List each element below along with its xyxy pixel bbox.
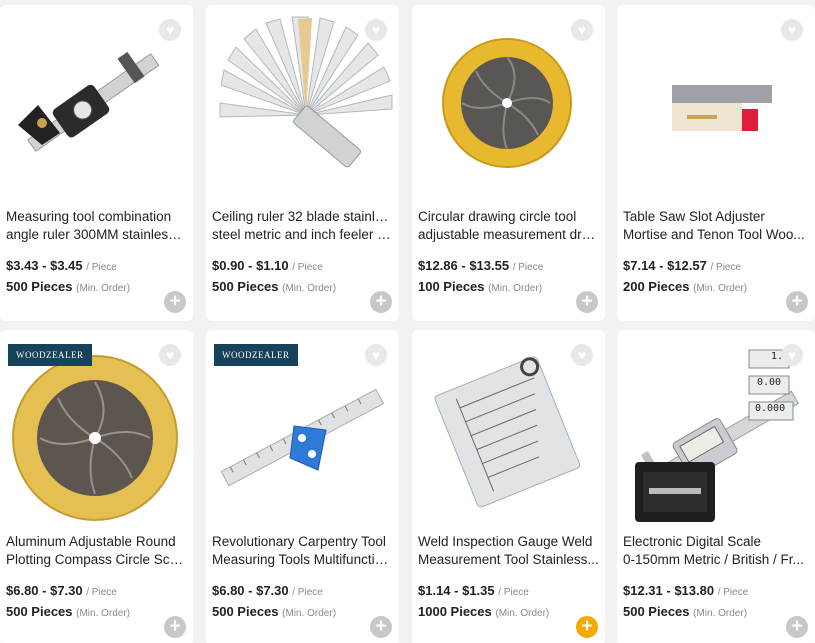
reading-2: 0.00 [757,377,782,388]
plus-icon: + [791,291,803,312]
product-title[interactable]: Revolutionary Carpentry Tool Measuring T… [212,533,393,569]
min-order: 500 Pieces (Min. Order) [212,279,337,294]
feeler-gauge-image[interactable]: ♥ [206,5,399,205]
product-title[interactable]: Ceiling ruler 32 blade stainless steel m… [212,208,393,244]
brand-badge: WOODZEALER [8,344,92,366]
price-range: $12.86 - $13.55 / Piece [418,258,544,273]
plus-icon: + [169,616,181,637]
heart-icon[interactable]: ♥ [781,344,803,366]
add-button[interactable]: + [370,291,392,313]
product-card[interactable]: 1.0 0.00 0.000 ♥ Electronic Digital Scal… [617,330,815,643]
price-range: $3.43 - $3.45 / Piece [6,258,117,273]
plus-icon: + [375,616,387,637]
heart-icon[interactable]: ♥ [365,344,387,366]
price-range: $6.80 - $7.30 / Piece [212,583,323,598]
min-order: 200 Pieces (Min. Order) [623,279,748,294]
heart-icon[interactable]: ♥ [571,19,593,41]
min-order: 500 Pieces (Min. Order) [623,604,748,619]
add-button[interactable]: + [786,291,808,313]
price-range: $7.14 - $12.57 / Piece [623,258,742,273]
weld-gauge-image[interactable]: ♥ [412,330,605,530]
round-compass-image[interactable]: WOODZEALER ♥ [0,330,193,530]
product-title[interactable]: Aluminum Adjustable Round Plotting Compa… [6,533,187,569]
heart-icon[interactable]: ♥ [781,19,803,41]
product-card[interactable]: WOODZEALER ♥ Revolutionary Carpentry Too… [206,330,399,643]
product-title[interactable]: Weld Inspection Gauge Weld Measurement T… [418,533,599,569]
heart-icon[interactable]: ♥ [159,19,181,41]
digital-caliper-image[interactable]: 1.0 0.00 0.000 ♥ [617,330,815,530]
min-order: 500 Pieces (Min. Order) [212,604,337,619]
plus-icon: + [581,616,593,637]
plus-icon: + [375,291,387,312]
product-title[interactable]: Circular drawing circle tool adjustable … [418,208,599,244]
reading-3: 0.000 [755,403,786,414]
add-button[interactable]: + [370,616,392,638]
brand-badge: WOODZEALER [214,344,298,366]
price-range: $0.90 - $1.10 / Piece [212,258,323,273]
add-button[interactable]: + [164,616,186,638]
min-order: 100 Pieces (Min. Order) [418,279,543,294]
add-button[interactable]: + [164,291,186,313]
combination-square-image[interactable]: ♥ [0,5,193,205]
min-order: 500 Pieces (Min. Order) [6,604,131,619]
product-title[interactable]: Electronic Digital Scale 0-150mm Metric … [623,533,809,569]
product-title[interactable]: Table Saw Slot Adjuster Mortise and Teno… [623,208,809,244]
carpentry-ruler-image[interactable]: WOODZEALER ♥ [206,330,399,530]
heart-icon[interactable]: ♥ [159,344,181,366]
min-order: 500 Pieces (Min. Order) [6,279,131,294]
plus-icon: + [169,291,181,312]
product-card[interactable]: ♥ Ceiling ruler 32 blade stainless steel… [206,5,399,321]
product-card[interactable]: ♥ Circular drawing circle tool adjustabl… [412,5,605,321]
price-range: $6.80 - $7.30 / Piece [6,583,117,598]
plus-icon: + [581,291,593,312]
add-button[interactable]: + [786,616,808,638]
price-range: $1.14 - $1.35 / Piece [418,583,529,598]
product-title[interactable]: Measuring tool combination angle ruler 3… [6,208,187,244]
price-range: $12.31 - $13.80 / Piece [623,583,749,598]
heart-icon[interactable]: ♥ [571,344,593,366]
product-card[interactable]: ♥ Weld Inspection Gauge Weld Measurement… [412,330,605,643]
add-button[interactable]: + [576,291,598,313]
circle-tool-image[interactable]: ♥ [412,5,605,205]
slot-adjuster-image[interactable]: ♥ [617,5,815,205]
product-card[interactable]: ♥ Table Saw Slot Adjuster Mortise and Te… [617,5,815,321]
min-order: 1000 Pieces (Min. Order) [418,604,550,619]
heart-icon[interactable]: ♥ [365,19,387,41]
product-card[interactable]: ♥ Measuring tool combination angle ruler… [0,5,193,321]
add-button[interactable]: + [576,616,598,638]
plus-icon: + [791,616,803,637]
product-card[interactable]: WOODZEALER ♥ Aluminum Adjustable Round P… [0,330,193,643]
